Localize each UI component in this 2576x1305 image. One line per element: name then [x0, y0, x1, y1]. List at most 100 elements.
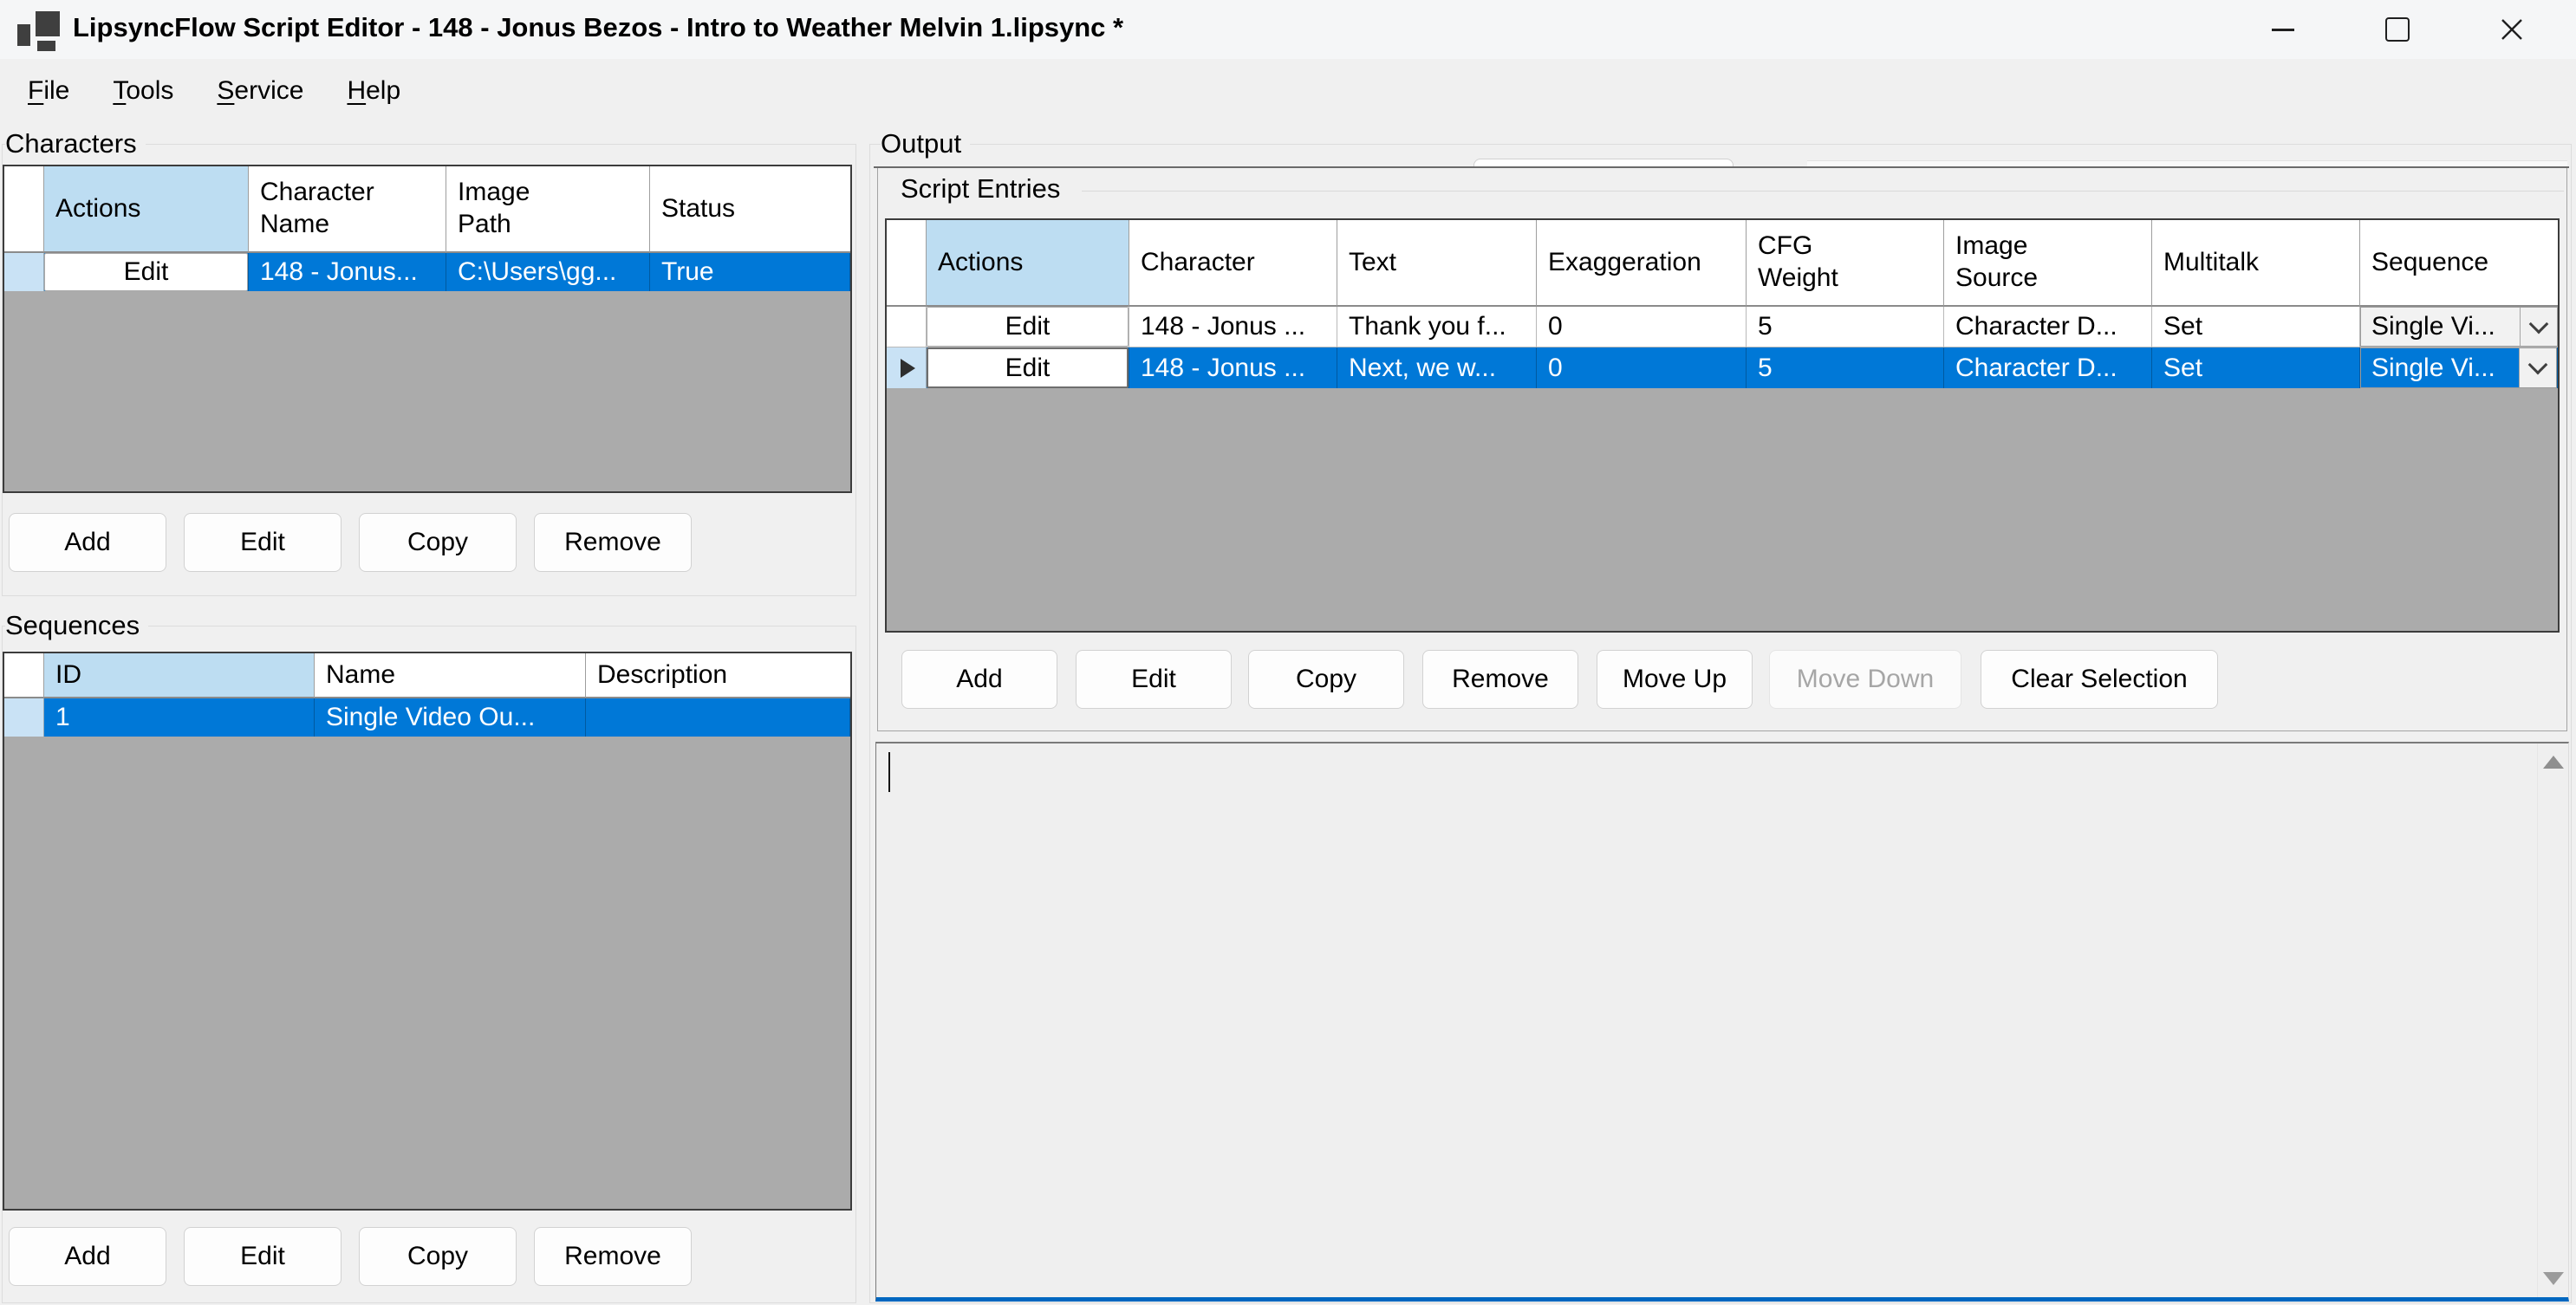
characters-row[interactable]: Edit 148 - Jonus... C:\Users\gg... True [4, 253, 850, 291]
script-actions-cell: Edit [927, 307, 1129, 347]
characters-header-character-name[interactable]: Character Name [249, 166, 446, 253]
characters-header-actions[interactable]: Actions [44, 166, 249, 253]
script-edit-button[interactable]: Edit [927, 347, 1129, 388]
characters-table[interactable]: Actions Character Name Image Path Status… [3, 165, 852, 493]
script-character-cell[interactable]: 148 - Jonus ... [1129, 347, 1337, 388]
script-add-button[interactable]: Add [901, 650, 1057, 709]
script-edit-button[interactable]: Edit [927, 307, 1129, 347]
script-image-source-cell[interactable]: Character D... [1944, 347, 2152, 388]
script-edit-row-button[interactable]: Edit [1076, 650, 1232, 709]
script-entries-group-label: Script Entries [892, 173, 1069, 205]
script-exaggeration-cell[interactable]: 0 [1537, 307, 1747, 347]
sequences-header-name[interactable]: Name [315, 653, 586, 698]
script-exaggeration-cell[interactable]: 0 [1537, 347, 1747, 388]
app-window: LipsyncFlow Script Editor - 148 - Jonus … [0, 0, 2576, 1305]
script-text-cell[interactable]: Thank you f... [1337, 307, 1537, 347]
script-multitalk-cell[interactable]: Set [2152, 307, 2360, 347]
character-status-cell[interactable]: True [650, 253, 850, 291]
text-caret [888, 752, 890, 792]
sequences-header-description[interactable]: Description [586, 653, 850, 698]
clear-selection-button[interactable]: Clear Selection [1981, 650, 2218, 709]
script-header-actions[interactable]: Actions [927, 220, 1129, 307]
sequences-copy-button[interactable]: Copy [359, 1227, 517, 1286]
script-entries-groupbox: Script Entries Actions Character Text Ex… [877, 168, 2567, 731]
sequence-combobox-dropdown[interactable] [2519, 348, 2556, 387]
characters-header-status[interactable]: Status [650, 166, 850, 253]
script-remove-button[interactable]: Remove [1422, 650, 1578, 709]
sequence-description-cell[interactable] [586, 698, 850, 737]
maximize-icon [2385, 17, 2410, 42]
characters-row-header-corner [4, 166, 44, 253]
window-controls [2226, 0, 2569, 59]
script-entries-header-row: Actions Character Text Exaggeration CFG … [887, 220, 2558, 307]
script-header-sequence[interactable]: Sequence [2360, 220, 2558, 307]
characters-row-selector[interactable] [4, 253, 44, 291]
character-name-cell[interactable]: 148 - Jonus... [249, 253, 446, 291]
characters-header-image-path[interactable]: Image Path [446, 166, 650, 253]
sequences-remove-button[interactable]: Remove [534, 1227, 692, 1286]
sequence-combobox[interactable]: Single Vi... [2360, 307, 2558, 347]
script-header-cfg-weight[interactable]: CFG Weight [1747, 220, 1944, 307]
menu-tools[interactable]: Tools [113, 76, 173, 106]
script-multitalk-cell[interactable]: Set [2152, 347, 2360, 388]
minimize-button[interactable] [2226, 0, 2340, 59]
sequences-row-header-corner [4, 653, 44, 698]
maximize-button[interactable] [2340, 0, 2455, 59]
output-log-textbox[interactable] [875, 742, 2569, 1302]
script-character-cell[interactable]: 148 - Jonus ... [1129, 307, 1337, 347]
script-text-cell[interactable]: Next, we w... [1337, 347, 1537, 388]
sequence-name-cell[interactable]: Single Video Ou... [315, 698, 586, 737]
title-bar: LipsyncFlow Script Editor - 148 - Jonus … [0, 0, 2576, 59]
sequence-combobox-dropdown[interactable] [2520, 308, 2557, 346]
chevron-down-icon [2529, 314, 2549, 334]
sequences-row[interactable]: 1 Single Video Ou... [4, 698, 850, 737]
sequences-edit-button[interactable]: Edit [184, 1227, 342, 1286]
script-entry-row[interactable]: Edit 148 - Jonus ... Next, we w... 0 5 C… [887, 347, 2558, 388]
script-cfg-weight-cell[interactable]: 5 [1747, 347, 1944, 388]
script-row-selector[interactable] [887, 347, 927, 388]
script-header-exaggeration[interactable]: Exaggeration [1537, 220, 1747, 307]
move-down-button: Move Down [1769, 650, 1961, 709]
sequences-header-id[interactable]: ID [44, 653, 315, 698]
character-edit-button[interactable]: Edit [44, 253, 248, 291]
characters-actions-cell: Edit [44, 253, 249, 291]
character-image-path-cell[interactable]: C:\Users\gg... [446, 253, 650, 291]
characters-group-label: Characters [5, 128, 146, 159]
sequences-row-selector[interactable] [4, 698, 44, 737]
script-row-selector[interactable] [887, 307, 927, 347]
sequence-combobox-value: Single Vi... [2361, 308, 2520, 346]
minimize-icon [2272, 29, 2294, 31]
characters-edit-button[interactable]: Edit [184, 513, 342, 572]
log-scrollbar[interactable] [2537, 743, 2568, 1297]
script-sequence-cell: Single Vi... [2360, 347, 2558, 388]
move-up-button[interactable]: Move Up [1597, 650, 1753, 709]
script-entry-row[interactable]: Edit 148 - Jonus ... Thank you f... 0 5 … [887, 307, 2558, 347]
sequence-id-cell[interactable]: 1 [44, 698, 315, 737]
script-copy-button[interactable]: Copy [1248, 650, 1404, 709]
script-header-character[interactable]: Character [1129, 220, 1337, 307]
script-image-source-cell[interactable]: Character D... [1944, 307, 2152, 347]
characters-remove-button[interactable]: Remove [534, 513, 692, 572]
script-entries-table[interactable]: Actions Character Text Exaggeration CFG … [885, 218, 2560, 633]
current-row-indicator-icon [901, 359, 915, 378]
menu-help[interactable]: Help [347, 76, 400, 106]
script-header-multitalk[interactable]: Multitalk [2152, 220, 2360, 307]
script-entries-border-line [1082, 191, 2564, 192]
script-header-image-source[interactable]: Image Source [1944, 220, 2152, 307]
sequence-combobox[interactable]: Single Vi... [2360, 347, 2557, 388]
output-group-label: Output [881, 128, 970, 159]
characters-add-button[interactable]: Add [9, 513, 166, 572]
menu-file[interactable]: File [28, 76, 69, 106]
close-button[interactable] [2455, 0, 2569, 59]
characters-copy-button[interactable]: Copy [359, 513, 517, 572]
script-cfg-weight-cell[interactable]: 5 [1747, 307, 1944, 347]
menu-service[interactable]: Service [217, 76, 303, 106]
script-actions-cell: Edit [927, 347, 1129, 388]
app-logo-icon [17, 10, 61, 51]
script-row-header-corner [887, 220, 927, 307]
script-header-text[interactable]: Text [1337, 220, 1537, 307]
scroll-up-icon[interactable] [2543, 756, 2564, 769]
sequences-table[interactable]: ID Name Description 1 Single Video Ou... [3, 652, 852, 1211]
scroll-down-icon[interactable] [2543, 1272, 2564, 1285]
sequences-add-button[interactable]: Add [9, 1227, 166, 1286]
